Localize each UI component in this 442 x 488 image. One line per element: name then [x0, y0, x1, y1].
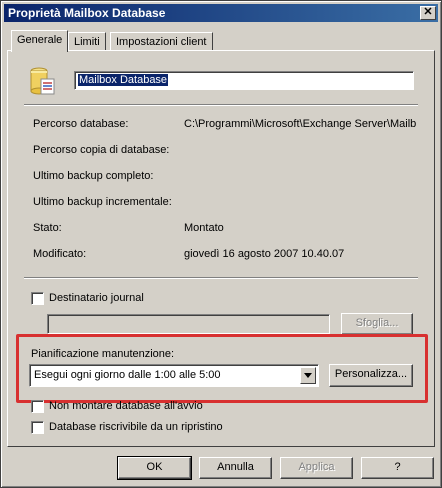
maintenance-label: Pianificazione manutenzione:	[31, 348, 175, 360]
journal-checkbox-label: Destinatario journal	[49, 292, 144, 304]
separator	[24, 277, 418, 279]
journal-checkbox[interactable]	[31, 292, 44, 305]
maintenance-schedule-select[interactable]: Esegui ogni giorno dalle 1:00 alle 5:00	[29, 364, 319, 387]
field-label-stato: Stato:	[33, 222, 62, 234]
journal-recipient-input[interactable]	[47, 314, 330, 334]
field-label-ultimo-backup-incrementale: Ultimo backup incrementale:	[33, 196, 172, 208]
properties-dialog: Proprietà Mailbox Database ✕ Generale Li…	[0, 0, 442, 488]
tab-limiti[interactable]: Limiti	[68, 32, 106, 51]
tab-impostazioni-client[interactable]: Impostazioni client	[110, 32, 213, 51]
browse-button[interactable]: Sfoglia...	[341, 313, 413, 335]
close-icon[interactable]: ✕	[420, 6, 436, 20]
dropdown-arrow-icon[interactable]	[300, 367, 316, 384]
field-label-percorso-copia: Percorso copia di database:	[33, 144, 170, 156]
title-bar[interactable]: Proprietà Mailbox Database ✕	[4, 4, 438, 22]
help-button[interactable]: ?	[361, 457, 434, 479]
ok-button[interactable]: OK	[117, 456, 192, 480]
tab-generale[interactable]: Generale	[11, 30, 69, 52]
separator	[24, 104, 418, 106]
cancel-button[interactable]: Annulla	[199, 457, 272, 479]
database-icon	[29, 65, 55, 95]
window-title: Proprietà Mailbox Database	[8, 6, 166, 20]
no-mount-checkbox[interactable]	[31, 400, 44, 413]
overwrite-restore-label: Database riscrivibile da un ripristino	[49, 421, 223, 433]
field-value-percorso-database: C:\Programmi\Microsoft\Exchange Server\M…	[184, 118, 417, 130]
field-label-ultimo-backup-completo: Ultimo backup completo:	[33, 170, 154, 182]
overwrite-restore-checkbox[interactable]	[31, 421, 44, 434]
field-label-modificato: Modificato:	[33, 248, 87, 260]
no-mount-label: Non montare database all'avvio	[49, 400, 203, 412]
customize-button[interactable]: Personalizza...	[329, 364, 413, 387]
field-value-stato: Montato	[184, 222, 224, 234]
apply-button[interactable]: Applica	[280, 457, 353, 479]
field-label-percorso-database: Percorso database:	[33, 118, 129, 130]
database-name-input[interactable]: Mailbox Database	[74, 71, 414, 90]
field-value-modificato: giovedì 16 agosto 2007 10.40.07	[184, 248, 345, 260]
